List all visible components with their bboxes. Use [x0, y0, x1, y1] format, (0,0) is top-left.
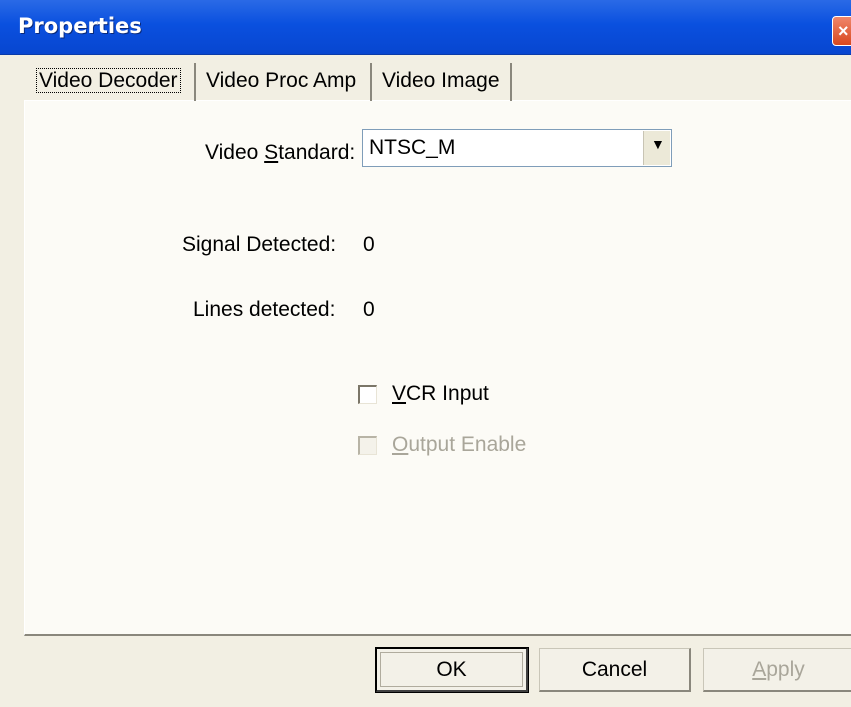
lines-detected-value: 0: [363, 298, 375, 321]
signal-detected-label: Signal Detected:: [182, 233, 337, 256]
tab-label: Video Decoder: [36, 68, 181, 93]
output-enable-label: Output Enable: [392, 433, 527, 456]
video-standard-label: Video Standard:: [205, 141, 356, 164]
cancel-button[interactable]: Cancel: [539, 648, 691, 692]
vcr-input-label[interactable]: VCR Input: [392, 382, 489, 406]
tab-video-proc-amp[interactable]: Video Proc Amp: [200, 63, 372, 101]
tab-video-image[interactable]: Video Image: [376, 63, 512, 101]
chevron-down-icon: ▼: [651, 136, 665, 152]
ok-button[interactable]: OK: [375, 647, 529, 693]
title-bar[interactable]: Properties ×: [0, 0, 851, 55]
close-button[interactable]: ×: [832, 16, 851, 46]
window-title: Properties: [18, 14, 142, 38]
tab-label: Video Image: [382, 69, 500, 92]
apply-button[interactable]: Apply: [703, 648, 851, 692]
output-enable-checkbox[interactable]: [358, 436, 377, 455]
video-standard-value: NTSC_M: [369, 136, 456, 159]
dropdown-arrow-button[interactable]: ▼: [643, 131, 670, 165]
lines-detected-label: Lines detected:: [193, 298, 336, 321]
close-icon: ×: [838, 21, 849, 41]
tab-panel: [24, 100, 851, 636]
vcr-input-checkbox[interactable]: [358, 385, 377, 404]
tab-video-decoder[interactable]: Video Decoder: [30, 63, 196, 101]
tab-label: Video Proc Amp: [206, 69, 357, 92]
video-standard-dropdown[interactable]: NTSC_M ▼: [362, 129, 672, 167]
signal-detected-value: 0: [363, 233, 375, 256]
